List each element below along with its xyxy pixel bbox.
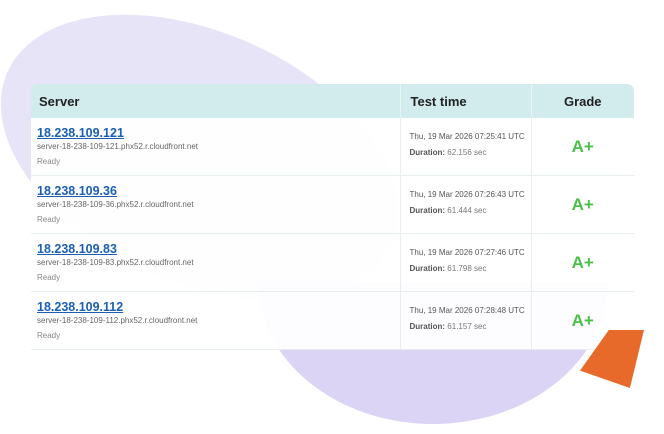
- table-row: 18.238.109.83 server-18-238-109-83.phx52…: [31, 233, 634, 292]
- column-header-grade: Grade: [530, 84, 634, 118]
- server-results-table: Server Test time Grade 18.238.109.121 se…: [31, 84, 634, 350]
- duration-line: Duration: 61.798 sec: [410, 264, 531, 274]
- table-row: 18.238.109.36 server-18-238-109-36.phx52…: [31, 175, 634, 234]
- server-hostname: server-18-238-109-112.phx52.r.cloudfront…: [37, 316, 198, 325]
- test-time-cell: Thu, 19 Mar 2026 07:28:48 UTC Duration: …: [399, 291, 531, 350]
- duration-label: Duration:: [409, 264, 446, 273]
- test-time-cell: Thu, 19 Mar 2026 07:26:43 UTC Duration: …: [399, 175, 531, 234]
- server-cell: 18.238.109.121 server-18-238-109-121.phx…: [31, 118, 400, 176]
- test-timestamp: Thu, 19 Mar 2026 07:25:41 UTC: [409, 132, 525, 141]
- server-status: Ready: [37, 331, 61, 340]
- duration-value: 61.444 sec: [447, 206, 487, 215]
- column-header-server: Server: [31, 84, 400, 118]
- duration-label: Duration:: [409, 148, 446, 157]
- server-ip-link[interactable]: 18.238.109.112: [37, 300, 400, 314]
- server-ip-link[interactable]: 18.238.109.36: [37, 184, 400, 198]
- server-cell: 18.238.109.36 server-18-238-109-36.phx52…: [31, 175, 400, 234]
- duration-value: 62.156 sec: [447, 148, 487, 157]
- grade-value: A+: [571, 310, 594, 330]
- duration-value: 61.798 sec: [447, 264, 487, 273]
- server-ip-link[interactable]: 18.238.109.121: [37, 126, 400, 140]
- duration-line: Duration: 62.156 sec: [410, 148, 531, 158]
- table-header-row: Server Test time Grade: [31, 84, 634, 118]
- server-hostname: server-18-238-109-83.phx52.r.cloudfront.…: [37, 258, 194, 267]
- server-status: Ready: [37, 215, 61, 224]
- table-row: 18.238.109.121 server-18-238-109-121.phx…: [31, 118, 634, 176]
- server-hostname: server-18-238-109-121.phx52.r.cloudfront…: [37, 142, 198, 151]
- server-ip-link[interactable]: 18.238.109.83: [37, 242, 400, 256]
- server-cell: 18.238.109.83 server-18-238-109-83.phx52…: [31, 233, 400, 292]
- duration-label: Duration:: [409, 322, 446, 331]
- grade-value: A+: [571, 136, 594, 156]
- duration-label: Duration:: [409, 206, 446, 215]
- test-timestamp: Thu, 19 Mar 2026 07:26:43 UTC: [409, 190, 525, 199]
- duration-value: 61.157 sec: [447, 322, 487, 331]
- test-time-cell: Thu, 19 Mar 2026 07:27:46 UTC Duration: …: [399, 233, 531, 292]
- test-timestamp: Thu, 19 Mar 2026 07:27:46 UTC: [409, 248, 525, 257]
- server-status: Ready: [37, 273, 61, 282]
- duration-line: Duration: 61.157 sec: [410, 322, 531, 332]
- grade-value: A+: [571, 194, 594, 214]
- grade-cell: A+: [530, 118, 634, 176]
- grade-cell: A+: [530, 233, 634, 292]
- column-header-test-time: Test time: [399, 84, 531, 118]
- server-status: Ready: [37, 157, 61, 166]
- grade-cell: A+: [530, 175, 634, 234]
- grade-value: A+: [571, 252, 594, 272]
- duration-line: Duration: 61.444 sec: [410, 206, 531, 216]
- table-row: 18.238.109.112 server-18-238-109-112.phx…: [31, 291, 634, 350]
- server-cell: 18.238.109.112 server-18-238-109-112.phx…: [31, 291, 400, 350]
- test-time-cell: Thu, 19 Mar 2026 07:25:41 UTC Duration: …: [399, 118, 531, 176]
- server-hostname: server-18-238-109-36.phx52.r.cloudfront.…: [37, 200, 194, 209]
- test-timestamp: Thu, 19 Mar 2026 07:28:48 UTC: [409, 306, 525, 315]
